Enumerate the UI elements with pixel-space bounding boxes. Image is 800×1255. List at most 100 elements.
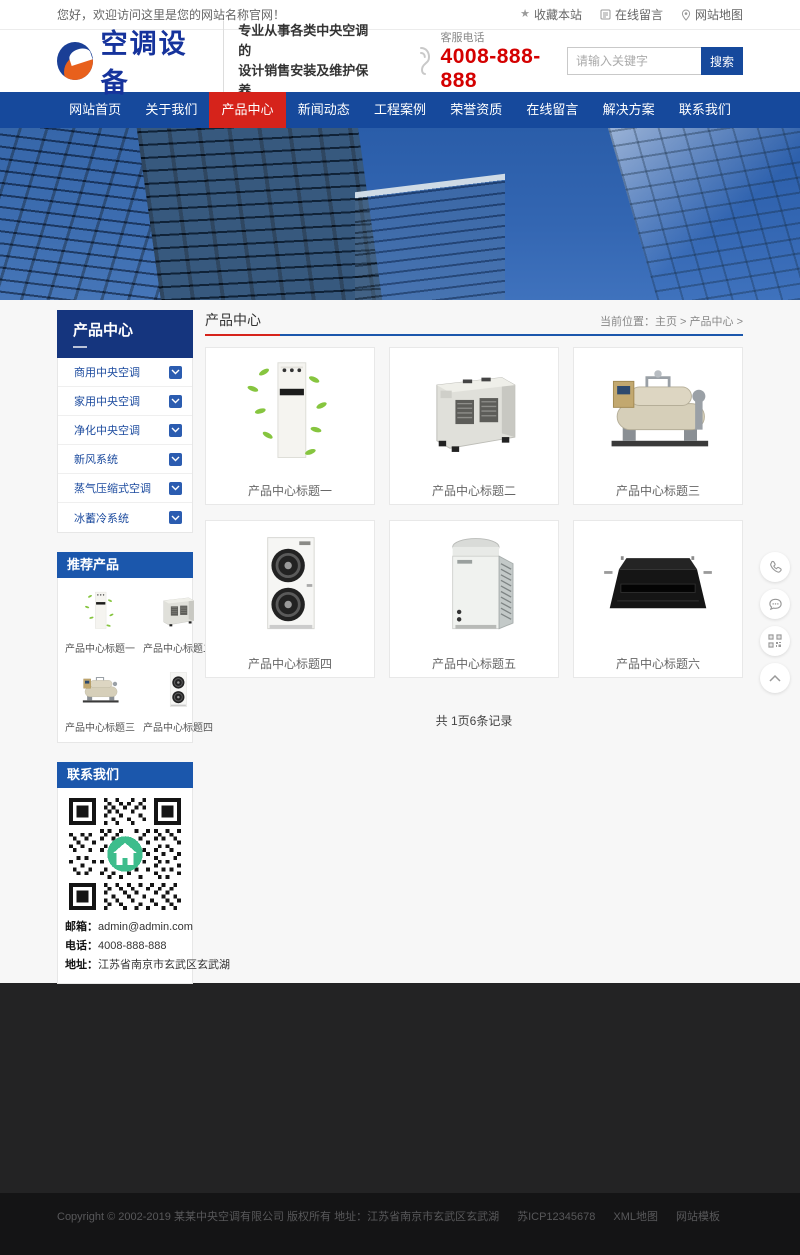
- chevron-down-icon: [169, 395, 182, 408]
- recommended-section: 推荐产品 产品中心标题一: [57, 552, 193, 743]
- recommended-item[interactable]: 产品中心标题一: [65, 586, 135, 655]
- product-image: [65, 665, 135, 715]
- product-image: [65, 586, 135, 636]
- float-chat-button[interactable]: [760, 589, 790, 619]
- hotline-number: 4008-888-888: [441, 45, 567, 93]
- recommended-item[interactable]: 产品中心标题二: [143, 586, 213, 655]
- nav-item-solutions[interactable]: 解决方案: [591, 92, 667, 128]
- location-icon: [681, 9, 691, 21]
- chevron-down-icon: [169, 366, 182, 379]
- page: 您好，欢迎访问这里是您的网站名称官网！ ★ 收藏本站 在线留言 网站地图: [0, 0, 800, 1255]
- pagination[interactable]: 共 1页6条记录: [205, 712, 743, 729]
- logo-text: 空调设备: [101, 22, 210, 100]
- sidebar-item-commercial[interactable]: 商用中央空调: [58, 358, 192, 387]
- sidebar-categories-header: 产品中心: [57, 310, 193, 358]
- nav-item-cases[interactable]: 工程案例: [362, 92, 438, 128]
- message-link[interactable]: 在线留言: [600, 6, 663, 23]
- product-image: [143, 665, 213, 715]
- product-card[interactable]: 产品中心标题二: [389, 347, 559, 505]
- nav-item-news[interactable]: 新闻动态: [286, 92, 362, 128]
- recommended-header: 推荐产品: [57, 552, 193, 578]
- floating-toolbar: [760, 552, 790, 693]
- chevron-down-icon: [169, 482, 182, 495]
- product-card[interactable]: 产品中心标题五: [389, 520, 559, 678]
- sitemap-label: 网站地图: [695, 6, 743, 23]
- float-qr-button[interactable]: [760, 626, 790, 656]
- product-grid: 产品中心标题一 产品中心标题二 产品中心标题三: [205, 347, 743, 678]
- product-title: 产品中心标题一: [206, 482, 374, 499]
- star-icon: ★: [520, 9, 530, 20]
- chat-icon: [768, 597, 783, 612]
- logo[interactable]: 空调设备: [57, 22, 209, 100]
- qr-icon: [768, 634, 782, 648]
- search-button[interactable]: 搜索: [701, 47, 743, 75]
- footer-copyright-bar: Copyright © 2002-2019 某某中央空调有限公司 版权所有 地址…: [0, 1193, 800, 1255]
- banner-building-low: [355, 174, 505, 300]
- contact-address: 地址：江苏省南京市玄武区玄武湖: [65, 956, 185, 975]
- product-image: [574, 356, 742, 468]
- back-to-top-button[interactable]: [760, 663, 790, 693]
- arrow-up-icon: [768, 674, 782, 683]
- product-image: [390, 356, 558, 468]
- hotline-label: 客服电话: [441, 29, 567, 45]
- recommended-item[interactable]: 产品中心标题三: [65, 665, 135, 734]
- product-image: [143, 586, 213, 636]
- product-image: [390, 529, 558, 641]
- template-link[interactable]: 网站模板: [676, 1211, 720, 1223]
- sitemap-link[interactable]: 网站地图: [681, 6, 743, 23]
- category-list: 商用中央空调 家用中央空调 净化中央空调 新风系统: [57, 358, 193, 533]
- phone-icon: [407, 44, 433, 78]
- hero-banner: [0, 128, 800, 300]
- recommended-item[interactable]: 产品中心标题四: [143, 665, 213, 734]
- sidebar-item-fresh-air[interactable]: 新风系统: [58, 445, 192, 474]
- phone-icon: [768, 560, 783, 575]
- page-title: 产品中心: [205, 310, 261, 330]
- product-card[interactable]: 产品中心标题六: [573, 520, 743, 678]
- nav-item-feedback[interactable]: 在线留言: [514, 92, 590, 128]
- banner-building-mid: [132, 128, 388, 300]
- hotline: 客服电话 4008-888-888: [407, 29, 567, 93]
- nav-item-about[interactable]: 关于我们: [133, 92, 209, 128]
- contact-email: 邮箱：admin@admin.com: [65, 918, 185, 937]
- search-box: 搜索: [567, 47, 743, 75]
- main-nav: 网站首页 关于我们 产品中心 新闻动态 工程案例 荣誉资质 在线留言 解决方案 …: [0, 92, 800, 128]
- favorite-label: 收藏本站: [534, 6, 582, 23]
- chevron-down-icon: [169, 453, 182, 466]
- nav-item-home[interactable]: 网站首页: [57, 92, 133, 128]
- favorite-link[interactable]: ★ 收藏本站: [520, 6, 582, 23]
- product-image: [206, 356, 374, 468]
- slogan-line1: 专业从事各类中央空调的: [238, 21, 372, 61]
- sidebar-item-household[interactable]: 家用中央空调: [58, 387, 192, 416]
- nav-item-contact[interactable]: 联系我们: [667, 92, 743, 128]
- sidebar-item-vapor-compression[interactable]: 蒸气压缩式空调: [58, 474, 192, 503]
- icp-number[interactable]: 苏ICP12345678: [517, 1211, 595, 1223]
- copyright-text: Copyright © 2002-2019 某某中央空调有限公司 版权所有 地址…: [57, 1211, 499, 1223]
- product-title: 产品中心标题六: [574, 655, 742, 672]
- product-title: 产品中心标题四: [206, 655, 374, 672]
- xml-sitemap-link[interactable]: XML地图: [613, 1211, 658, 1223]
- sidebar-item-ice-storage[interactable]: 冰蓄冷系统: [58, 503, 192, 532]
- search-input[interactable]: [567, 47, 701, 75]
- content-area: 产品中心 当前位置：主页 > 产品中心 > 产品中心标题一 产品: [205, 310, 743, 729]
- product-image: [206, 529, 374, 641]
- product-title: 产品中心标题二: [390, 482, 558, 499]
- message-label: 在线留言: [615, 6, 663, 23]
- sidebar-categories-title: 产品中心: [73, 319, 193, 340]
- chevron-down-icon: [169, 424, 182, 437]
- product-image: [574, 529, 742, 641]
- float-phone-button[interactable]: [760, 552, 790, 582]
- contact-phone: 电话：4008-888-888: [65, 937, 185, 956]
- slogan: 专业从事各类中央空调的 设计销售安装及维护保养: [223, 21, 372, 102]
- product-card[interactable]: 产品中心标题四: [205, 520, 375, 678]
- main-section: 产品中心 商用中央空调 家用中央空调 净化中央空调: [0, 300, 800, 983]
- product-card[interactable]: 产品中心标题一: [205, 347, 375, 505]
- sidebar-item-purifying[interactable]: 净化中央空调: [58, 416, 192, 445]
- nav-item-products[interactable]: 产品中心: [209, 92, 285, 128]
- breadcrumb-path[interactable]: 当前位置：主页 > 产品中心 >: [600, 310, 743, 329]
- banner-building-right: [607, 128, 800, 300]
- product-card[interactable]: 产品中心标题三: [573, 347, 743, 505]
- nav-item-honors[interactable]: 荣誉资质: [438, 92, 514, 128]
- logo-icon: [57, 42, 93, 80]
- message-icon: [600, 9, 611, 20]
- product-title: 产品中心标题五: [390, 655, 558, 672]
